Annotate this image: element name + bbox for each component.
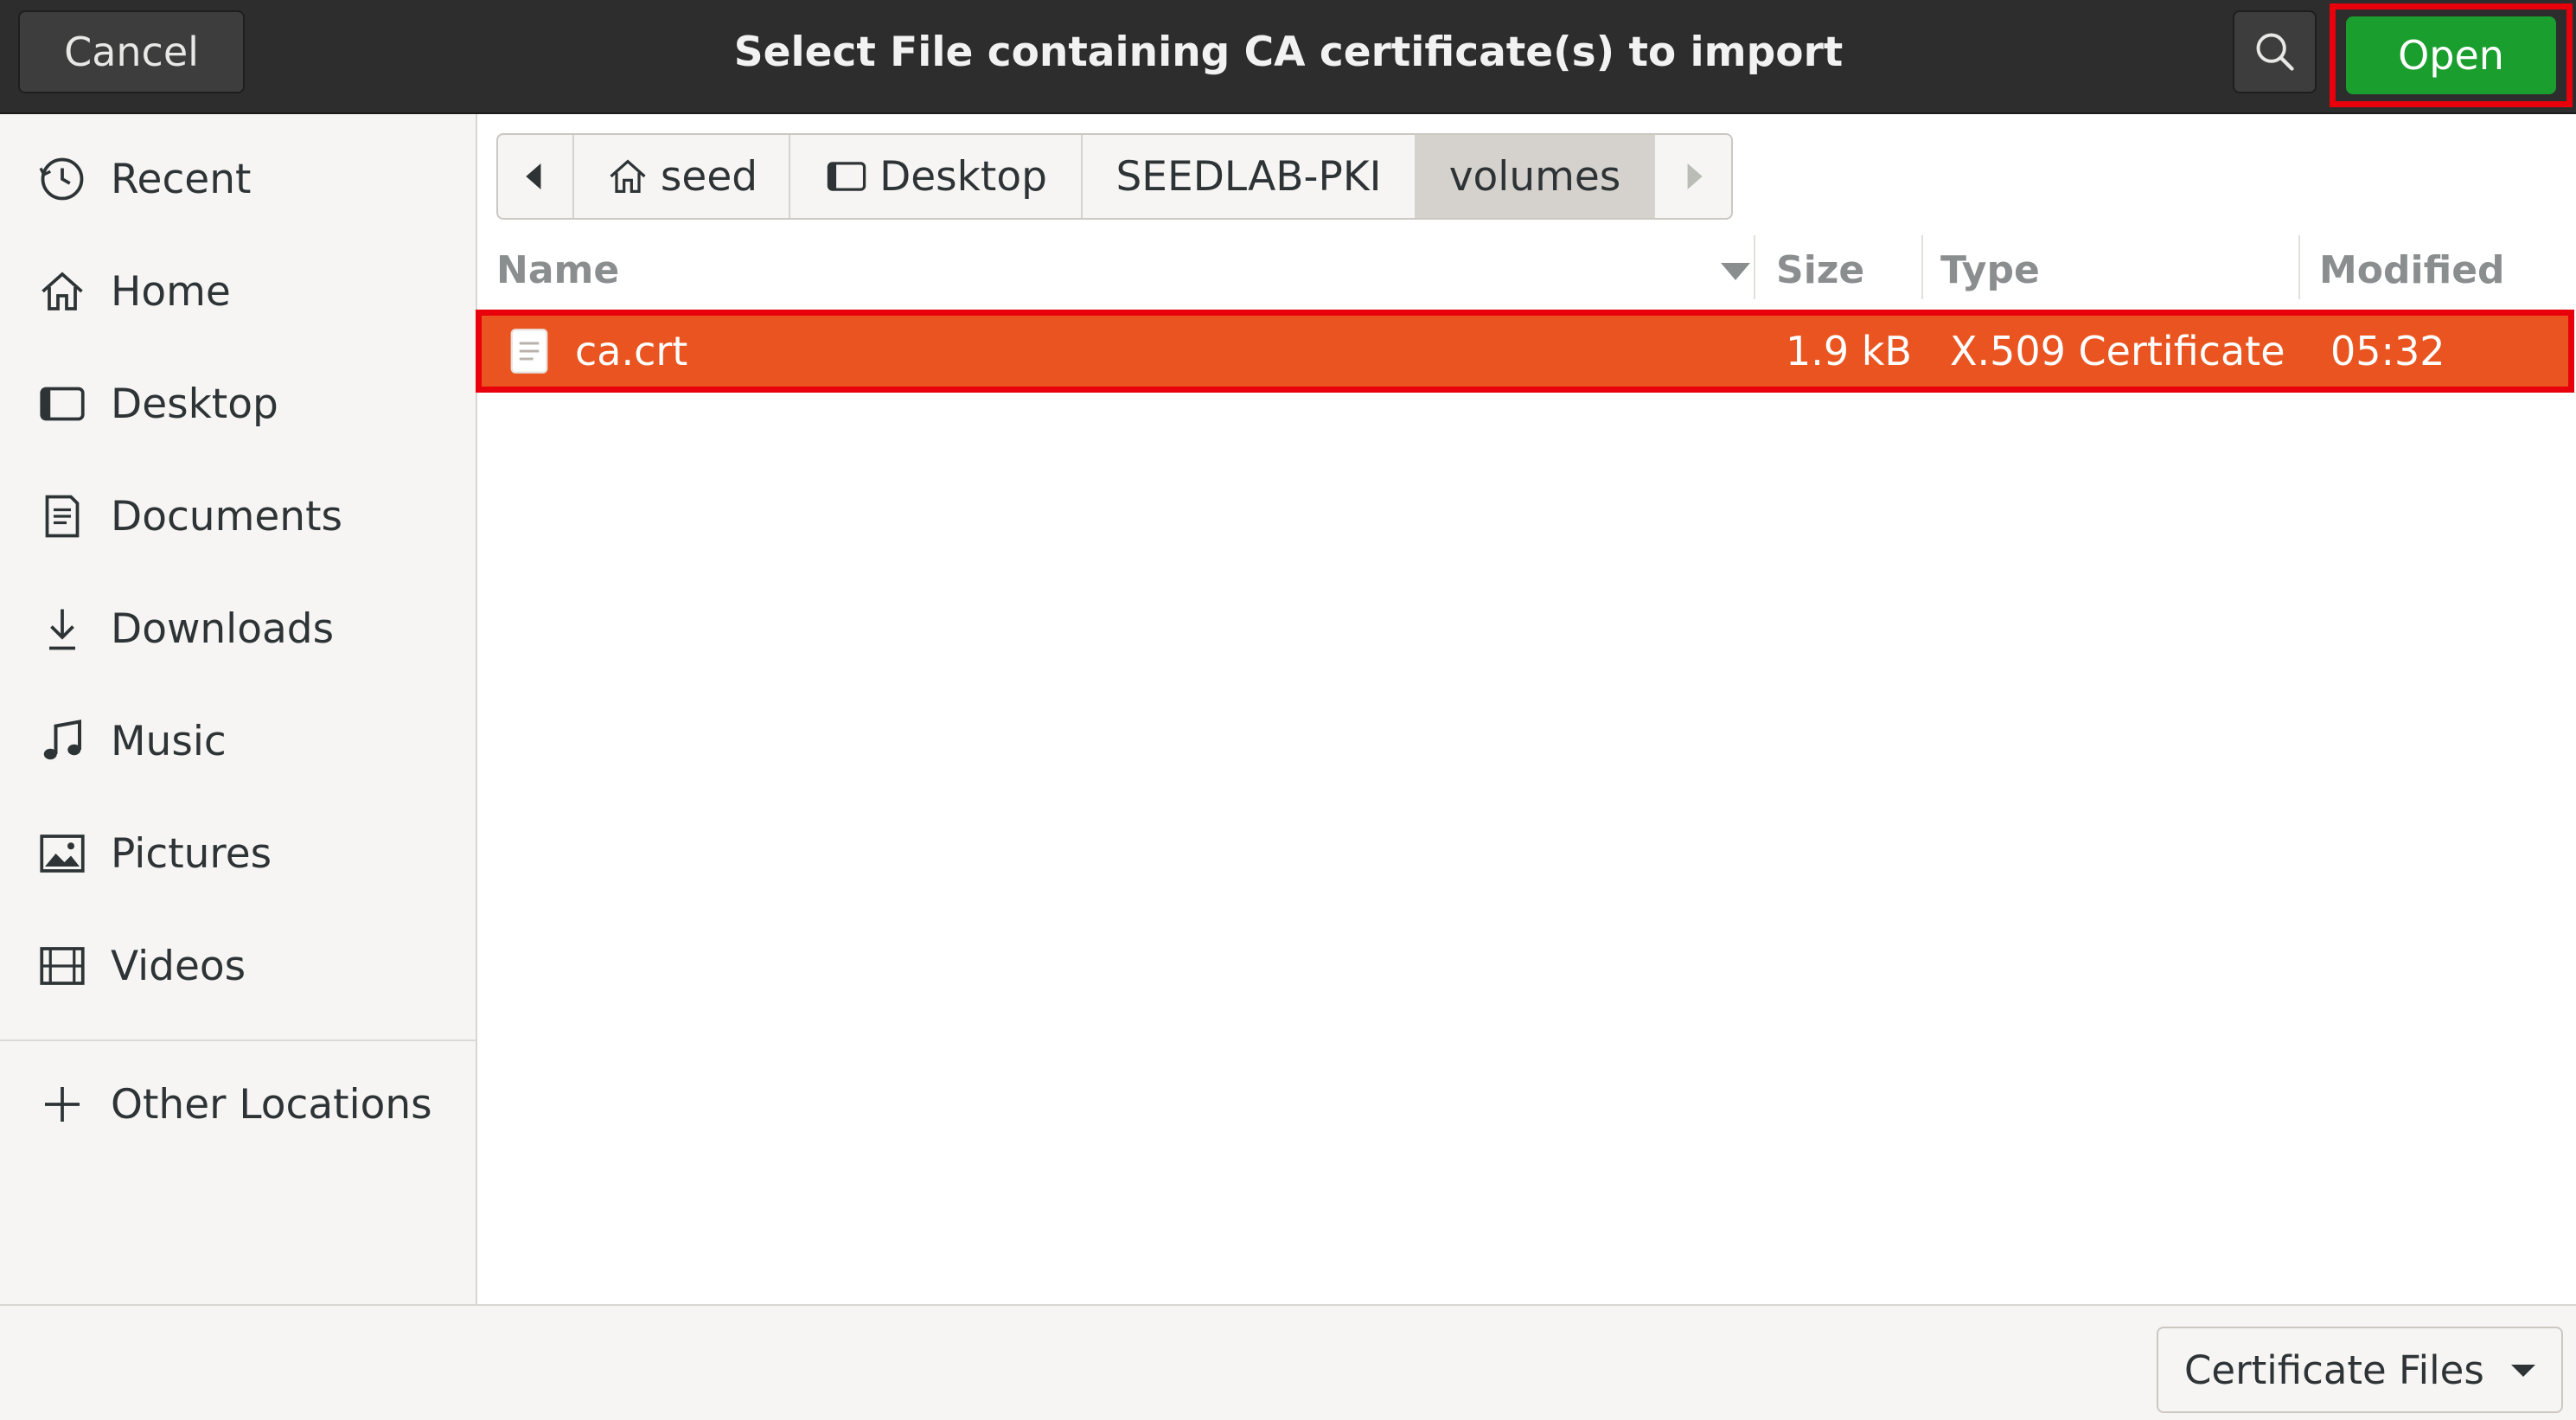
clock-icon [39,157,84,201]
file-type: X.509 Certificate [1950,328,2285,374]
sidebar-item-label: Music [111,717,227,765]
sidebar-divider [0,1039,476,1041]
file-row[interactable]: ca.crt 1.9 kB X.509 Certificate 05:32 [482,316,2568,387]
sidebar-item-label: Desktop [111,380,278,428]
column-header-label: Name [496,247,620,292]
column-header-label: Type [1940,247,2040,292]
sidebar-item-home[interactable]: Home [0,244,476,339]
music-icon [43,720,81,760]
cancel-button[interactable]: Cancel [18,10,245,93]
file-browser: seed Desktop SEEDLAB-PKI volumes Name Si… [476,114,2576,1304]
dialog-footer: Certificate Files [0,1304,2576,1420]
sidebar-item-label: Pictures [111,829,272,878]
sidebar-item-pictures[interactable]: Pictures [0,806,476,901]
search-button[interactable] [2233,10,2317,93]
sidebar-item-documents[interactable]: Documents [0,469,476,564]
home-icon [610,159,646,193]
path-bar: seed Desktop SEEDLAB-PKI volumes [496,133,1733,220]
path-back-button[interactable] [498,135,574,218]
desktop-icon [827,162,866,191]
column-separator [2298,235,2300,299]
chevron-right-icon [1687,163,1703,189]
column-separator [1754,235,1755,299]
path-segment-label: Desktop [879,152,1047,201]
file-row-highlight: ca.crt 1.9 kB X.509 Certificate 05:32 [476,310,2574,393]
column-header-modified[interactable]: Modified [2319,235,2570,304]
document-icon [45,495,80,538]
sidebar-item-other-locations[interactable]: Other Locations [0,1057,476,1152]
sidebar-item-label: Documents [111,492,342,540]
places-sidebar: Recent Home Desktop Documents Downloads … [0,114,477,1304]
file-name: ca.crt [575,328,688,374]
sidebar-item-recent[interactable]: Recent [0,131,476,227]
desktop-icon [40,387,85,421]
sidebar-item-desktop[interactable]: Desktop [0,356,476,451]
column-separator [1921,235,1923,299]
search-icon [2256,33,2294,71]
path-segment-seed[interactable]: seed [574,135,790,218]
column-header-row: Name Size Type Modified [477,235,2576,304]
home-icon [42,272,83,310]
chevron-down-icon [2511,1365,2535,1377]
path-forward-button[interactable] [1655,135,1731,218]
file-filter-dropdown[interactable]: Certificate Files [2157,1327,2563,1413]
file-modified: 05:32 [2330,328,2445,374]
path-segment-seedlab-pki[interactable]: SEEDLAB-PKI [1083,135,1416,218]
path-segment-volumes[interactable]: volumes [1416,135,1655,218]
open-button-highlight: Open [2330,3,2573,107]
sidebar-item-label: Downloads [111,604,335,653]
column-header-label: Size [1776,247,1865,292]
sidebar-item-music[interactable]: Music [0,694,476,789]
column-header-name[interactable]: Name [496,235,1750,304]
sidebar-item-videos[interactable]: Videos [0,918,476,1014]
file-filter-label: Certificate Files [2184,1346,2484,1393]
column-header-label: Modified [2319,247,2505,292]
download-icon [49,609,75,650]
sidebar-item-label: Videos [111,942,246,990]
sidebar-item-label: Recent [111,155,252,203]
open-button[interactable]: Open [2346,16,2556,94]
sidebar-item-label: Home [111,267,231,316]
sidebar-item-label: Other Locations [111,1080,432,1129]
sidebar-item-downloads[interactable]: Downloads [0,581,476,676]
header-bar: Cancel Select File containing CA certifi… [0,0,2576,114]
column-header-type[interactable]: Type [1940,235,2304,304]
file-chooser-dialog: Cancel Select File containing CA certifi… [0,0,2576,1420]
file-size: 1.9 kB [1786,328,1912,374]
dialog-title: Select File containing CA certificate(s)… [733,28,1844,76]
path-segment-label: seed [660,152,758,201]
chevron-left-icon [526,163,541,189]
path-segment-label: volumes [1448,152,1621,201]
text-file-icon [510,329,548,374]
picture-icon [40,835,85,873]
sort-descending-icon [1721,263,1750,280]
video-icon [40,947,85,985]
plus-icon [45,1087,80,1122]
path-segment-desktop[interactable]: Desktop [790,135,1083,218]
column-header-size[interactable]: Size [1776,235,1940,304]
path-segment-label: SEEDLAB-PKI [1115,152,1382,201]
